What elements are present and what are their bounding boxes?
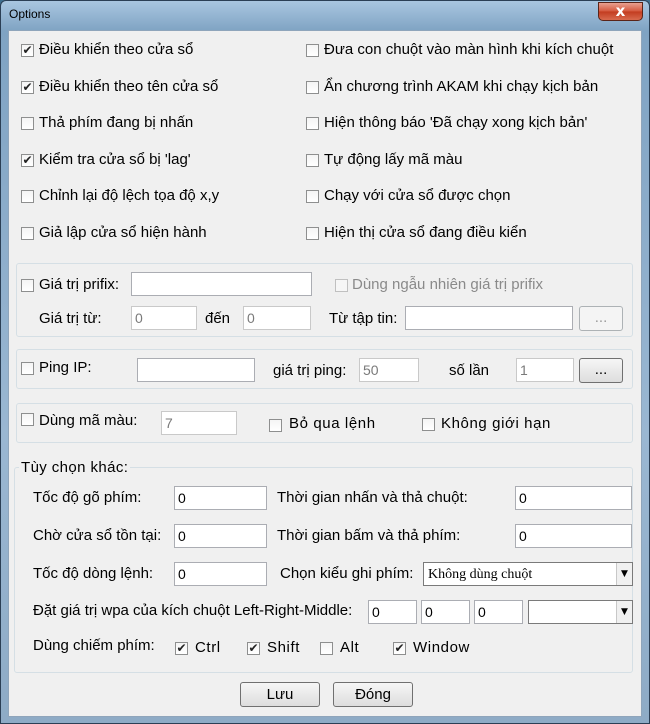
- ping-ip-input[interactable]: [137, 358, 255, 382]
- prefix-to-label: đến: [205, 310, 231, 327]
- use-color-label: Dùng mã màu:: [39, 412, 138, 429]
- right-option-checkbox-4[interactable]: [306, 190, 319, 204]
- unlimited-label: Không giới hạn: [441, 415, 551, 432]
- checkmark-icon: ✔: [22, 43, 33, 57]
- checkmark-icon: ✔: [176, 641, 187, 655]
- prefix-file-input[interactable]: [405, 306, 573, 330]
- typing-speed-input[interactable]: 0: [174, 486, 267, 510]
- checkmark-icon: ✔: [22, 152, 33, 167]
- record-mode-select[interactable]: Không dùng chuột ▼: [423, 562, 633, 586]
- options-window: Options x ✔ Điều khiển theo cửa sổ ✔ Điều k…: [0, 0, 650, 724]
- save-button[interactable]: Lưu: [240, 682, 320, 707]
- right-option-label-0: Đưa con chuột vào màn hình khi kích chuộ…: [324, 41, 614, 58]
- unlimited-checkbox[interactable]: [422, 418, 435, 431]
- ping-times-label: số lần: [449, 362, 490, 379]
- chevron-down-icon[interactable]: ▼: [616, 601, 632, 623]
- left-option-label-3: Kiểm tra cửa sổ bị 'lag': [39, 150, 191, 168]
- other-options-title: Tùy chọn khác:: [19, 459, 131, 476]
- hotkey-alt-checkbox[interactable]: [320, 642, 333, 655]
- right-option-checkbox-5[interactable]: [306, 227, 319, 240]
- ping-value-input[interactable]: 50: [359, 358, 419, 382]
- ping-browse-button[interactable]: ...: [579, 358, 623, 383]
- wait-window-label: Chờ cửa sổ tồn tại:: [33, 527, 162, 544]
- hotkey-shift-label: Shift: [267, 639, 301, 656]
- checkmark-icon: ✔: [22, 79, 33, 94]
- left-option-checkbox-3[interactable]: ✔: [21, 152, 34, 167]
- prefix-file-label: Từ tập tin:: [329, 310, 398, 327]
- wpa-select[interactable]: ▼: [528, 600, 633, 624]
- hotkey-shift-checkbox[interactable]: ✔: [247, 642, 260, 655]
- left-option-label-4: Chỉnh lại độ lệch tọa độ x,y: [39, 187, 220, 205]
- use-color-checkbox[interactable]: [21, 413, 34, 426]
- left-option-checkbox-5[interactable]: [21, 227, 34, 240]
- checkmark-icon: ✔: [248, 641, 259, 655]
- color-input[interactable]: 7: [161, 411, 237, 435]
- prefix-from-label: Giá trị từ:: [39, 310, 102, 327]
- right-option-label-5: Hiện thị cửa sổ đang điều kiển: [324, 224, 527, 241]
- ping-times-input[interactable]: 1: [516, 358, 574, 382]
- wpa-right-input[interactable]: 0: [421, 600, 470, 624]
- wpa-middle-input[interactable]: 0: [474, 600, 523, 624]
- left-option-checkbox-4[interactable]: [21, 190, 34, 204]
- right-option-label-3: Tự động lấy mã màu: [324, 150, 463, 168]
- hotkey-window-checkbox[interactable]: ✔: [393, 642, 406, 655]
- right-option-label-1: Ẩn chương trình AKAM khi chạy kịch bản: [324, 77, 599, 95]
- key-press-input[interactable]: 0: [515, 524, 632, 548]
- left-option-checkbox-1[interactable]: ✔: [21, 79, 34, 94]
- options-panel: ✔ Điều khiển theo cửa sổ ✔ Điều khiển theo …: [8, 30, 642, 717]
- typing-speed-label: Tốc độ gõ phím:: [33, 489, 142, 506]
- record-mode-value: Không dùng chuột: [428, 567, 533, 582]
- checkmark-icon: ✔: [394, 641, 405, 655]
- wait-window-input[interactable]: 0: [174, 524, 267, 548]
- left-option-checkbox-2[interactable]: [21, 117, 34, 131]
- mouse-press-label: Thời gian nhấn và thả chuột:: [277, 489, 468, 506]
- right-option-label-2: Hiện thông báo 'Đã chạy xong kịch bản': [324, 114, 588, 132]
- left-option-checkbox-0[interactable]: ✔: [21, 44, 34, 57]
- prefix-input[interactable]: [131, 272, 312, 296]
- left-option-label-2: Thả phím đang bị nhấn: [39, 114, 194, 132]
- left-option-label-0: Điều khiển theo cửa sổ: [39, 41, 194, 58]
- skip-command-label: Bỏ qua lệnh: [289, 415, 376, 432]
- key-press-label: Thời gian bấm và thả phím:: [277, 527, 461, 544]
- ping-checkbox[interactable]: [21, 362, 34, 375]
- prefix-to-input[interactable]: 0: [243, 306, 311, 330]
- right-option-checkbox-0[interactable]: [306, 44, 319, 57]
- hotkey-window-label: Window: [413, 639, 470, 656]
- right-option-checkbox-3[interactable]: [306, 153, 319, 167]
- ping-label: Ping IP:: [39, 359, 92, 376]
- prefix-label: Giá trị prifix:: [39, 276, 120, 293]
- random-prefix-checkbox[interactable]: [335, 279, 348, 292]
- hotkey-label: Dùng chiếm phím:: [33, 637, 155, 654]
- prefix-checkbox[interactable]: [21, 279, 34, 292]
- right-option-label-4: Chạy với cửa sổ được chọn: [324, 187, 511, 205]
- left-option-label-1: Điều khiển theo tên cửa sổ: [39, 77, 219, 95]
- left-option-label-5: Giả lập cửa sổ hiện hành: [39, 224, 207, 241]
- ping-value-label: giá trị ping:: [273, 362, 347, 379]
- wpa-label: Đặt giá trị wpa của kích chuột Left-Righ…: [33, 602, 353, 619]
- title-bar[interactable]: Options x: [1, 1, 649, 27]
- hotkey-ctrl-label: Ctrl: [195, 639, 221, 656]
- chevron-down-icon[interactable]: ▼: [616, 563, 632, 585]
- window-title: Options: [9, 7, 51, 21]
- mouse-press-input[interactable]: 0: [515, 486, 632, 510]
- line-speed-input[interactable]: 0: [174, 562, 267, 586]
- prefix-from-input[interactable]: 0: [131, 306, 197, 330]
- hotkey-ctrl-checkbox[interactable]: ✔: [175, 642, 188, 655]
- random-prefix-label: Dùng ngẫu nhiên giá trị prifix: [352, 276, 543, 293]
- prefix-browse-button[interactable]: ...: [579, 306, 623, 331]
- line-speed-label: Tốc độ dòng lệnh:: [33, 565, 154, 582]
- right-option-checkbox-2[interactable]: [306, 117, 319, 131]
- close-button[interactable]: Đóng: [333, 682, 413, 707]
- right-option-checkbox-1[interactable]: [306, 80, 319, 94]
- record-mode-label: Chọn kiểu ghi phím:: [280, 565, 414, 582]
- skip-command-checkbox[interactable]: [269, 419, 282, 432]
- close-window-button[interactable]: x: [598, 2, 643, 21]
- wpa-left-input[interactable]: 0: [368, 600, 417, 624]
- hotkey-alt-label: Alt: [340, 639, 360, 656]
